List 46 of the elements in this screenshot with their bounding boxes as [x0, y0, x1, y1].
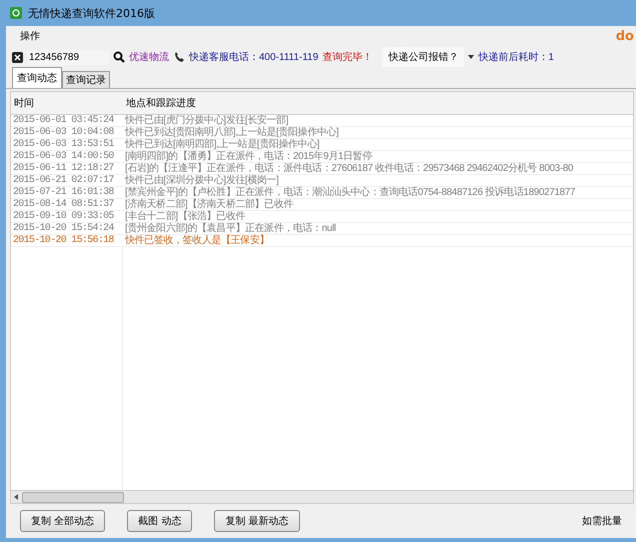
logo: do: [616, 28, 635, 44]
table-cell: 2015-09-10 09:33:05: [11, 211, 123, 223]
search-icon[interactable]: [113, 51, 125, 63]
table-cell: 快件已由[深圳分拨中心]发往[横岗一]: [123, 175, 633, 187]
hotline-text: 快递客服电话：400-1111-119: [189, 50, 318, 64]
horizontal-scrollbar[interactable]: [11, 490, 633, 503]
table-cell: [丰台十二部]【张浩】已收件: [123, 211, 633, 223]
table-cell: 2015-10-20 15:54:24: [11, 223, 123, 235]
table-cell: [贵州金阳六部]的【袁昌平】正在派件，电话：null: [123, 223, 633, 235]
company-name: 优速物流: [129, 50, 169, 64]
app-icon: [10, 7, 22, 19]
table-cell: [禁宾州金平]的【卢松胜】正在派件，电话：潮汕汕头中心：查询电话0754-88487126 投诉电话1890271877: [123, 187, 633, 199]
tab[interactable]: 查询动态: [12, 67, 62, 88]
copy-button[interactable]: 截图 动态: [127, 510, 192, 532]
report-field[interactable]: 快递公司报错？: [382, 47, 464, 67]
elapsed-time-text: 快递前后耗时：1: [478, 50, 554, 64]
copy-button[interactable]: 复制 全部动态: [20, 510, 106, 532]
status-text: 查询完毕！: [322, 50, 372, 64]
table-cell: 快件已到达[贵阳南明八部],上一站是[贵阳操作中心]: [123, 127, 633, 139]
caret-icon[interactable]: [468, 55, 474, 59]
copy-button[interactable]: 复制 最新动态: [214, 510, 300, 532]
table-cell: 2015-10-20 15:56:18: [11, 235, 123, 247]
footer-note: 如需批量: [582, 514, 622, 528]
tracking-number-field[interactable]: 123456789: [27, 50, 109, 64]
table-cell: [石岩]的【汪逢平】正在派件，电话：派件电话：27606187 收件电话：29573468 29462402分机号 8003-80: [123, 163, 633, 175]
table-cell: 2015-06-01 03:45:24: [11, 115, 123, 127]
tab[interactable]: 查询记录: [62, 71, 110, 88]
table-cell: 2015-06-03 14:00:50: [11, 151, 123, 163]
close-icon[interactable]: [12, 52, 23, 62]
table-cell: 2015-06-21 02:07:17: [11, 175, 123, 187]
phone-icon: [173, 51, 185, 63]
column-header: 时间: [11, 92, 123, 115]
table-cell: 快件已到达[南明四部],上一站是[贵阳操作中心]: [123, 139, 633, 151]
window-title: 无情快递查询软件2016版: [28, 6, 155, 20]
table-cell: 2015-06-03 10:04:08: [11, 127, 123, 139]
table-cell: 2015-06-11 12:18:27: [11, 163, 123, 175]
table-cell: 快件已签收，签收人是【王保安】: [123, 235, 633, 247]
menu-item[interactable]: 操作: [20, 29, 40, 43]
table-cell: [济南天桥二部]【济南天桥二部】已收件: [123, 199, 633, 211]
table-cell: 快件已由[虎门分拨中心]发往[长安一部]: [123, 115, 633, 127]
scroll-left-arrow-icon[interactable]: [14, 494, 18, 500]
column-header: 地点和跟踪进度: [123, 92, 633, 115]
table-cell: [南明四部]的【潘勇】正在派件，电话：2015年9月1日暂停: [123, 151, 633, 163]
table-cell: 2015-07-21 16:01:38: [11, 187, 123, 199]
table-cell: 2015-06-03 13:53:51: [11, 139, 123, 151]
table-cell: 2015-08-14 08:51:37: [11, 199, 123, 211]
